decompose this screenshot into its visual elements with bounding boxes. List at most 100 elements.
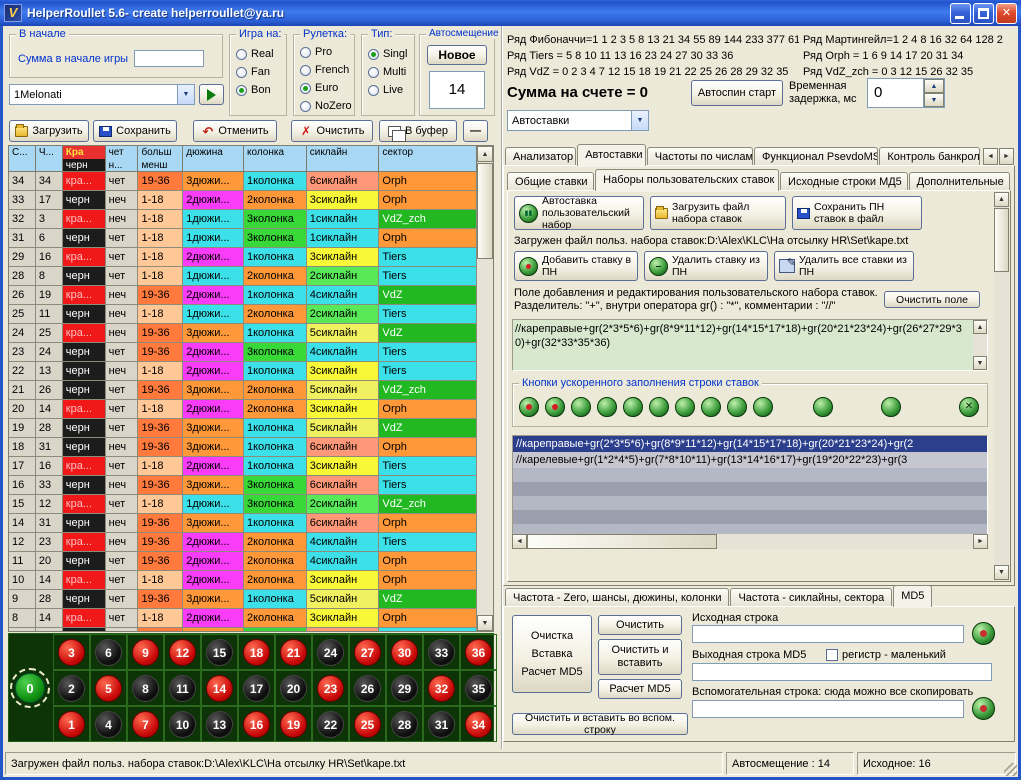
scrollbar-thumb[interactable] [477, 163, 493, 259]
close-button[interactable]: ✕ [996, 3, 1017, 24]
board-number-8[interactable]: 8 [132, 675, 159, 702]
board-number-10[interactable]: 10 [169, 711, 196, 738]
board-number-12[interactable]: 12 [169, 639, 196, 666]
table-row[interactable]: 1831черннеч19-363дюжи...1колонка6сиклайн… [9, 438, 477, 457]
board-number-28[interactable]: 28 [391, 711, 418, 738]
autospin-start-button[interactable]: Автоспин старт [691, 80, 783, 106]
tab-analyzer[interactable]: Анализатор [505, 147, 576, 166]
chevron-down-icon[interactable] [631, 111, 648, 130]
tab-scroll-left-icon[interactable]: ◄ [983, 148, 998, 165]
tab-freq-sixlines[interactable]: Частота - сиклайны, сектора [730, 588, 892, 607]
table-row[interactable]: 733черннеч19-363дюжи...3колонка6сиклайнT… [9, 628, 477, 631]
table-row[interactable]: 288чернчет1-181дюжи...2колонка2сиклайнTi… [9, 267, 477, 286]
radio-euro[interactable]: Euro [300, 79, 352, 97]
delay-spinner[interactable]: 0 ▲ ▼ [867, 78, 945, 108]
board-number-16[interactable]: 16 [243, 711, 270, 738]
tab-pseudoms[interactable]: Функционал PsevdoMS [754, 147, 878, 166]
board-number-9[interactable]: 9 [132, 639, 159, 666]
radio-singl[interactable]: Singl [368, 45, 407, 63]
tab-user-bet-sets[interactable]: Наборы пользовательских ставок [595, 169, 779, 191]
board-number-22[interactable]: 22 [317, 711, 344, 738]
minus-button[interactable]: — [463, 120, 488, 142]
table-row[interactable]: 2126чернчет19-363дюжи...2колонка5сиклайн… [9, 381, 477, 400]
scroll-up-icon[interactable]: ▲ [477, 146, 493, 162]
board-number-20[interactable]: 20 [280, 675, 307, 702]
board-number-1[interactable]: 1 [58, 711, 85, 738]
scrollbar-thumb[interactable] [527, 534, 717, 549]
chevron-down-icon[interactable] [177, 85, 194, 104]
delete-all-bets-button[interactable]: Удалить все ставки из ПН [774, 251, 914, 281]
load-button[interactable]: Загрузить [9, 120, 89, 142]
clear-field-button[interactable]: Очистить поле [884, 291, 980, 308]
board-number-15[interactable]: 15 [206, 639, 233, 666]
md5-calc-button[interactable]: Расчет MD5 [598, 679, 682, 699]
table-row[interactable]: 928чернчет19-363дюжи...1колонка5сиклайнV… [9, 590, 477, 609]
board-number-5[interactable]: 5 [95, 675, 122, 702]
editor-scrollbar[interactable]: ▲ ▼ [973, 320, 987, 370]
board-number-26[interactable]: 26 [354, 675, 381, 702]
save-bet-file-button[interactable]: Сохранить ПН ставок в файл [792, 196, 922, 230]
md5-clear-paste-button[interactable]: Очистить и вставить [598, 639, 682, 675]
bet-list[interactable]: //кареправые+gr(2*3*5*6)+gr(8*9*11*12)+g… [512, 435, 988, 549]
clear-button[interactable]: Очистить [291, 120, 373, 142]
board-number-13[interactable]: 13 [206, 711, 233, 738]
md5-big-button[interactable]: Очистка Вставка Расчет MD5 [512, 615, 592, 693]
save-button[interactable]: Сохранить [93, 120, 177, 142]
list-hscrollbar[interactable]: ◄ ► [512, 534, 988, 549]
quick-bet-button[interactable] [597, 397, 617, 417]
list-item[interactable]: //карелевые+gr(1*2*4*5)+gr(7*8*10*11)+gr… [513, 452, 987, 468]
tab-freq-chances[interactable]: Частота - Zero, шансы, дюжины, колонки [505, 588, 729, 607]
play-button[interactable] [199, 84, 224, 105]
table-row[interactable]: 2213черннеч1-182дюжи...1колонка3сиклайнT… [9, 362, 477, 381]
table-row[interactable]: 1716кра...чет1-182дюжи...1колонка3сиклай… [9, 457, 477, 476]
scrollbar-thumb[interactable] [994, 208, 1009, 272]
quick-bet-button[interactable] [571, 397, 591, 417]
minimize-button[interactable] [950, 3, 971, 24]
md5-source-input[interactable] [692, 625, 964, 643]
board-number-25[interactable]: 25 [354, 711, 381, 738]
bet-editor[interactable]: //кареправые+gr(2*3*5*6)+gr(8*9*11*12)+g… [512, 319, 988, 371]
quick-bet-button[interactable] [753, 397, 773, 417]
board-number-0[interactable]: 0 [15, 673, 45, 703]
quick-bet-button[interactable] [701, 397, 721, 417]
table-row[interactable]: 1120чернчет19-362дюжи...2колонка4сиклайн… [9, 552, 477, 571]
radio-french[interactable]: French [300, 61, 352, 79]
board-number-29[interactable]: 29 [391, 675, 418, 702]
panel-scrollbar[interactable]: ▲ ▼ [994, 192, 1009, 580]
board-number-19[interactable]: 19 [280, 711, 307, 738]
board-number-31[interactable]: 31 [428, 711, 455, 738]
scroll-down-icon[interactable]: ▼ [477, 615, 493, 631]
board-number-7[interactable]: 7 [132, 711, 159, 738]
board-number-27[interactable]: 27 [354, 639, 381, 666]
table-row[interactable]: 1431черннеч19-363дюжи...1колонка6сиклайн… [9, 514, 477, 533]
autobets-combobox[interactable]: Автоставки [507, 110, 649, 131]
quick-bet-button[interactable] [881, 397, 901, 417]
board-number-14[interactable]: 14 [206, 675, 233, 702]
table-row[interactable]: 2511черннеч1-181дюжи...2колонка2сиклайнT… [9, 305, 477, 324]
table-row[interactable]: 1928чернчет19-363дюжи...1колонка5сиклайн… [9, 419, 477, 438]
add-bet-button[interactable]: Добавить ставку в ПН [514, 251, 638, 281]
md5-clear-button[interactable]: Очистить [598, 615, 682, 635]
quick-bet-button[interactable] [519, 397, 539, 417]
load-bet-file-button[interactable]: Загрузить файл набора ставок [650, 196, 786, 230]
radio-real[interactable]: Real [236, 45, 274, 63]
spinner-up-icon[interactable]: ▲ [924, 79, 944, 93]
radio-live[interactable]: Live [368, 81, 407, 99]
radio-nozero[interactable]: NoZero [300, 97, 352, 115]
table-row[interactable]: 3434кра...чет19-363дюжи...1колонка6сикла… [9, 172, 477, 191]
quick-bet-button[interactable] [727, 397, 747, 417]
maximize-button[interactable] [973, 3, 994, 24]
quick-bet-button[interactable] [649, 397, 669, 417]
spinner-down-icon[interactable]: ▼ [924, 93, 944, 107]
board-number-35[interactable]: 35 [465, 675, 492, 702]
board-number-33[interactable]: 33 [428, 639, 455, 666]
table-row[interactable]: 1223кра...неч19-362дюжи...2колонка4сикла… [9, 533, 477, 552]
tab-common-bets[interactable]: Общие ставки [507, 172, 594, 191]
table-row[interactable]: 2916кра...чет1-182дюжи...1колонка3сиклай… [9, 248, 477, 267]
register-checkbox[interactable]: регистр - маленький [826, 649, 946, 661]
quick-bet-button[interactable] [675, 397, 695, 417]
md5-helper-chip-button[interactable] [972, 697, 995, 720]
table-row[interactable]: 814кра...чет1-182дюжи...2колонка3сиклайн… [9, 609, 477, 628]
delete-bet-button[interactable]: Удалить ставку из ПН [644, 251, 768, 281]
title-bar[interactable]: V HelperRoullet 5.6- create helperroulle… [0, 0, 1021, 26]
